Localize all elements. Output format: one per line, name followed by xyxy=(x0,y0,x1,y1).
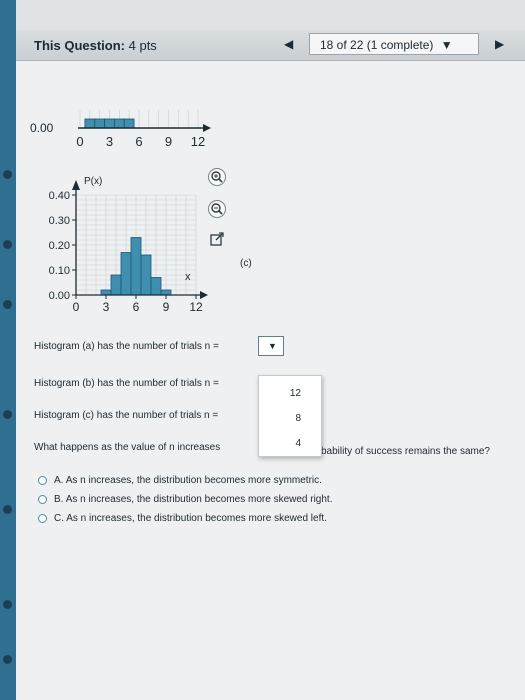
zoom-out-icon[interactable] xyxy=(208,200,226,218)
option-a-radio[interactable] xyxy=(38,476,47,485)
y-tick-label: 0.00 xyxy=(30,121,54,135)
option-c-radio[interactable] xyxy=(38,514,47,523)
nav-dot[interactable] xyxy=(3,170,12,179)
nav-dot[interactable] xyxy=(3,600,12,609)
chevron-down-icon: ▼ xyxy=(440,38,453,52)
y-tick-label: 0.10 xyxy=(49,265,70,277)
histogram-bar xyxy=(140,254,152,296)
x-tick-label: 3 xyxy=(103,300,110,314)
nav-dot[interactable] xyxy=(3,300,12,309)
points-value: 4 pts xyxy=(128,38,157,53)
left-nav-strip xyxy=(0,0,16,700)
nav-dot[interactable] xyxy=(3,240,12,249)
nav-dot[interactable] xyxy=(3,505,12,514)
x-tick-label: 12 xyxy=(191,134,205,149)
question-points: This Question: 4 pts xyxy=(34,38,157,53)
histogram-bar xyxy=(100,289,112,296)
x-tick-label: 9 xyxy=(163,300,170,314)
zoom-in-icon[interactable] xyxy=(208,168,226,186)
x-tick-label: 6 xyxy=(133,300,140,314)
option-a-text: As n increases, the distribution becomes… xyxy=(65,475,322,486)
x-tick-label: 0 xyxy=(76,134,83,149)
chart-bars xyxy=(84,118,135,129)
question-b-text: Histogram (b) has the number of trials n… xyxy=(34,378,219,389)
histogram-bar xyxy=(84,118,96,129)
open-external-icon[interactable] xyxy=(208,230,226,248)
x-axis-arrow xyxy=(200,291,208,299)
histogram-bar xyxy=(123,118,135,129)
histogram-bar xyxy=(110,274,122,296)
question-main-text-left: What happens as the value of n increases xyxy=(34,442,221,453)
option-a-letter: A. xyxy=(54,475,64,486)
histogram-b-partial: 0.00 0 3 6 9 12 xyxy=(30,110,211,149)
dropdown-option[interactable]: 12 xyxy=(259,388,321,399)
histogram-c: P(x) x 0.40 0.30 0.20 0.10 0.00 0 3 6 9 12 xyxy=(49,176,208,314)
option-a[interactable]: A. As n increases, the distribution beco… xyxy=(54,475,322,486)
question-c-text: Histogram (c) has the number of trials n… xyxy=(34,410,219,421)
answer-dropdown-menu: 12 8 4 xyxy=(258,375,322,457)
question-header: This Question: 4 pts ◀ 18 of 22 (1 compl… xyxy=(16,30,525,61)
option-c-letter: C. xyxy=(54,513,64,524)
answer-select-a[interactable]: ▼ xyxy=(258,336,284,356)
histogram-bar xyxy=(160,289,172,296)
question-panel: This Question: 4 pts ◀ 18 of 22 (1 compl… xyxy=(16,30,525,700)
histogram-bar xyxy=(104,118,115,129)
x-tick-label: 12 xyxy=(189,300,203,314)
option-b[interactable]: B. As n increases, the distribution beco… xyxy=(54,494,332,505)
option-b-text: As n increases, the distribution becomes… xyxy=(65,494,333,505)
x-axis-arrow xyxy=(203,124,211,132)
x-tick-label: 3 xyxy=(106,134,113,149)
previous-question-button[interactable]: ◀ xyxy=(284,37,293,51)
x-tick-label: 0 xyxy=(73,300,80,314)
option-b-letter: B. xyxy=(54,494,64,505)
nav-dot[interactable] xyxy=(3,410,12,419)
histogram-bar xyxy=(94,118,105,129)
chart-bars xyxy=(100,237,172,296)
points-label: This Question: xyxy=(34,38,125,53)
x-axis-label: x xyxy=(185,271,191,283)
option-c[interactable]: C. As n increases, the distribution beco… xyxy=(54,513,327,524)
x-tick-labels: 0 3 6 9 12 xyxy=(76,134,205,149)
chevron-down-icon: ▼ xyxy=(268,341,277,351)
histogram-bar xyxy=(150,277,162,296)
part-label-c: (c) xyxy=(240,258,252,269)
next-question-button[interactable]: ▶ xyxy=(495,37,504,51)
option-b-radio[interactable] xyxy=(38,495,47,504)
x-tick-label: 9 xyxy=(165,134,172,149)
dropdown-option[interactable]: 4 xyxy=(259,438,321,449)
y-tick-label: 0.20 xyxy=(49,240,70,252)
dropdown-option[interactable]: 8 xyxy=(259,413,321,424)
histogram-bar xyxy=(130,237,142,296)
histogram-bar xyxy=(120,252,132,296)
y-tick-labels: 0.40 0.30 0.20 0.10 0.00 xyxy=(49,190,76,302)
y-tick-label: 0.40 xyxy=(49,190,70,202)
y-tick-label: 0.00 xyxy=(49,290,70,302)
x-tick-label: 6 xyxy=(135,134,142,149)
y-axis-arrow xyxy=(72,180,80,190)
histogram-bar xyxy=(114,118,125,129)
option-c-text: As n increases, the distribution becomes… xyxy=(66,513,327,524)
x-tick-labels: 0 3 6 9 12 xyxy=(73,295,203,314)
y-tick-label: 0.30 xyxy=(49,215,70,227)
question-a-text: Histogram (a) has the number of trials n… xyxy=(34,341,219,352)
nav-dot[interactable] xyxy=(3,655,12,664)
question-main-text-right: bability of success remains the same? xyxy=(321,446,490,457)
y-axis-label: P(x) xyxy=(84,176,102,187)
question-selector-text: 18 of 22 (1 complete) xyxy=(320,38,434,52)
question-selector[interactable]: 18 of 22 (1 complete) ▼ xyxy=(309,33,479,55)
